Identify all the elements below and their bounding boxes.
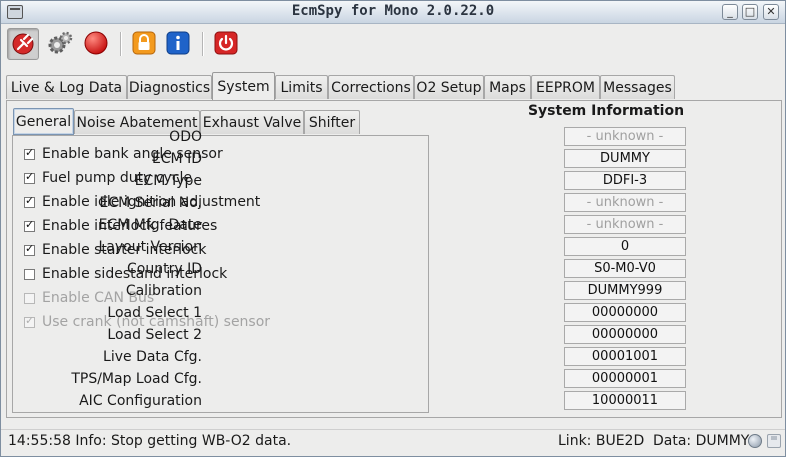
info-icon[interactable] [163, 28, 195, 60]
checkbox[interactable] [24, 170, 35, 184]
status-link: Link: BUE2D [558, 433, 645, 449]
maximize-button[interactable]: □ [742, 4, 758, 20]
info-label: ECM Type [134, 173, 202, 189]
gears-icon[interactable] [45, 28, 77, 60]
checkbox[interactable] [24, 194, 35, 208]
status-bar: 14:55:58 Info: Stop getting WB-O2 data. … [1, 429, 785, 457]
close-button[interactable]: ✕ [763, 4, 779, 20]
info-label: AIC Configuration [79, 393, 202, 409]
info-value: - unknown - [564, 193, 686, 212]
info-label: Calibration [125, 283, 202, 299]
checkbox [24, 292, 35, 304]
tab-o2-setup[interactable]: O2 Setup [414, 75, 484, 99]
tab-eeprom[interactable]: EEPROM [531, 75, 600, 99]
info-value: DDFI-3 [564, 171, 686, 190]
tab-diagnostics[interactable]: Diagnostics [127, 75, 212, 99]
status-message: 14:55:58 Info: Stop getting WB-O2 data. [8, 433, 292, 449]
save-disk-icon[interactable] [767, 434, 781, 448]
info-value: DUMMY [564, 149, 686, 168]
info-value: DUMMY999 [564, 281, 686, 300]
info-value: S0-M0-V0 [564, 259, 686, 278]
info-label: ECM ID [151, 151, 202, 167]
info-value: 00000000 [564, 303, 686, 322]
title-bar[interactable]: EcmSpy for Mono 2.0.22.0 _ □ ✕ [1, 1, 785, 24]
system-information-title: System Information [527, 103, 685, 119]
checkbox[interactable] [24, 146, 35, 160]
info-value: 0 [564, 237, 686, 256]
connect-plug-icon[interactable] [7, 28, 39, 60]
toolbar [1, 24, 785, 64]
info-value: 00000001 [564, 369, 686, 388]
info-value: 10000011 [564, 391, 686, 410]
subtab-exhaust-valve[interactable]: Exhaust Valve [200, 110, 304, 134]
tab-maps[interactable]: Maps [484, 75, 531, 99]
lock-icon[interactable] [129, 28, 161, 60]
info-label: Country ID [127, 261, 202, 277]
connection-status-icon [748, 434, 762, 448]
info-label: Load Select 1 [107, 305, 202, 321]
tab-corrections[interactable]: Corrections [328, 75, 414, 99]
info-label: ECM Mfg. Date [98, 217, 202, 233]
checkbox[interactable] [24, 218, 35, 232]
minimize-button[interactable]: _ [722, 4, 738, 20]
red-stop-icon[interactable] [81, 28, 113, 60]
info-value: 00000000 [564, 325, 686, 344]
checkbox [24, 314, 35, 328]
status-data: Data: DUMMY [653, 433, 750, 449]
tab-limits[interactable]: Limits [275, 75, 328, 99]
info-value: - unknown - [564, 127, 686, 146]
info-label: TPS/Map Load Cfg. [71, 371, 202, 387]
checkbox[interactable] [24, 242, 35, 256]
info-label: Live Data Cfg. [103, 349, 202, 365]
info-value: 00001001 [564, 347, 686, 366]
info-label: Load Select 2 [107, 327, 202, 343]
tab-system[interactable]: System [212, 72, 275, 100]
window-title: EcmSpy for Mono 2.0.22.0 [291, 3, 495, 19]
info-label: Layout Version [98, 239, 202, 255]
subtab-general[interactable]: General [13, 108, 74, 135]
info-value: - unknown - [564, 215, 686, 234]
info-label: ECM Serial No. [99, 195, 202, 211]
tab-messages[interactable]: Messages [600, 75, 675, 99]
info-label: ODO [169, 129, 202, 145]
main-window: EcmSpy for Mono 2.0.22.0 _ □ ✕ Live & Lo… [0, 0, 786, 457]
power-icon[interactable] [211, 28, 243, 60]
subtab-shifter[interactable]: Shifter [304, 110, 360, 134]
tab-live-log-data[interactable]: Live & Log Data [6, 75, 127, 99]
checkbox[interactable] [24, 268, 35, 280]
